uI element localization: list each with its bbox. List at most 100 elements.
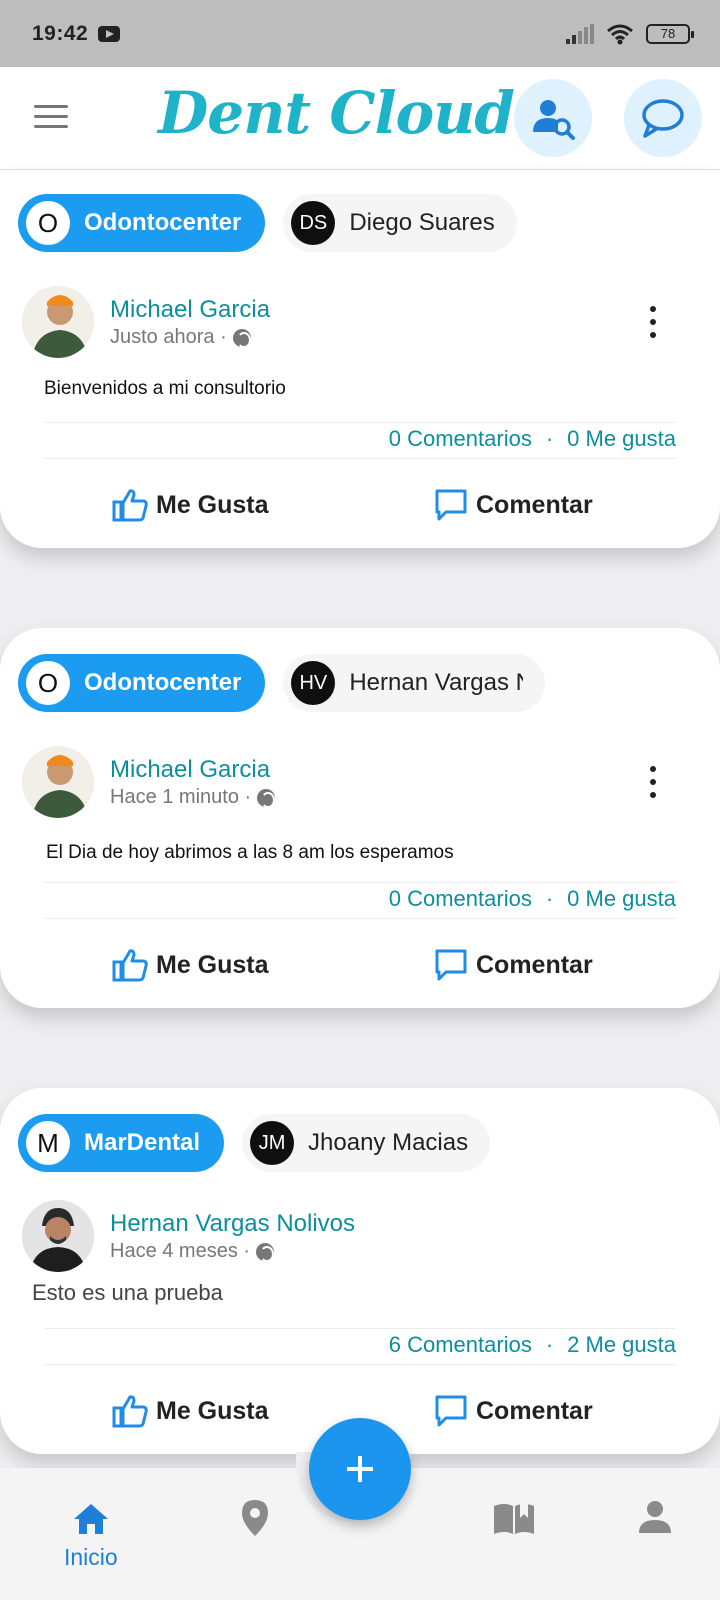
post-time-text: Justo ahora · <box>110 326 227 348</box>
doctor-chip[interactable]: JM Jhoany Macias <box>242 1114 491 1172</box>
plus-icon <box>347 1456 373 1482</box>
author-avatar[interactable] <box>22 286 94 358</box>
comments-count[interactable]: 0 Comentarios <box>389 886 532 912</box>
divider <box>44 1364 676 1365</box>
author-name[interactable]: Hernan Vargas Nolivos <box>110 1210 355 1238</box>
post-time: Hace 4 meses · <box>110 1240 275 1263</box>
like-button[interactable]: Me Gusta <box>112 948 269 982</box>
doctor-avatar: HV <box>291 661 336 705</box>
comment-button[interactable]: Comentar <box>434 488 593 522</box>
nav-home[interactable]: Inicio <box>64 1502 118 1571</box>
clinic-avatar: O <box>26 661 70 705</box>
chat-button[interactable] <box>624 79 702 157</box>
divider <box>44 458 676 459</box>
add-post-button[interactable] <box>309 1418 411 1520</box>
clinic-avatar: O <box>26 201 70 245</box>
location-icon <box>242 1500 268 1536</box>
nav-home-label: Inicio <box>64 1544 118 1570</box>
divider <box>44 882 676 883</box>
doctor-name: Jhoany Macias <box>308 1129 469 1156</box>
globe-icon <box>232 328 251 348</box>
battery-indicator: 78 <box>646 23 694 44</box>
nav-library[interactable] <box>492 1500 536 1536</box>
comment-button[interactable]: Comentar <box>434 1394 593 1428</box>
like-label: Me Gusta <box>156 950 269 979</box>
doctor-name: Hernan Vargas N <box>349 669 524 696</box>
comment-icon <box>435 949 467 981</box>
chat-icon <box>642 99 684 138</box>
clinic-name: Odontocenter <box>84 209 242 236</box>
menu-icon[interactable] <box>34 105 68 131</box>
status-bar: 19:42 78 <box>0 0 720 67</box>
globe-icon <box>257 788 276 808</box>
post-text: El Dia de hoy abrimos a las 8 am los esp… <box>46 842 454 863</box>
stats-separator: · <box>545 886 554 911</box>
more-vert-icon[interactable] <box>638 762 668 802</box>
home-icon <box>73 1504 108 1534</box>
comment-label: Comentar <box>476 1396 593 1425</box>
post-time-text: Hace 1 minuto · <box>110 786 252 808</box>
author-avatar[interactable] <box>22 1200 94 1272</box>
post-time: Hace 1 minuto · <box>110 786 276 809</box>
clinic-chip[interactable]: O Odontocenter <box>18 654 266 712</box>
app-header: Dent Cloud <box>0 67 720 169</box>
thumb-up-icon <box>112 949 148 982</box>
nav-profile[interactable] <box>638 1500 672 1534</box>
comment-label: Comentar <box>476 490 593 519</box>
clinic-chip[interactable]: O Odontocenter <box>18 194 266 252</box>
likes-count[interactable]: 2 Me gusta <box>567 1332 676 1358</box>
comments-count[interactable]: 6 Comentarios <box>389 1332 532 1358</box>
clinic-chip[interactable]: M MarDental <box>18 1114 225 1172</box>
stats-separator: · <box>545 1332 554 1357</box>
divider <box>44 422 676 423</box>
comment-icon <box>435 1395 467 1427</box>
doctor-chip[interactable]: HV Hernan Vargas N <box>283 654 546 712</box>
stats-separator: · <box>545 426 554 451</box>
person-icon <box>639 1501 671 1533</box>
like-button[interactable]: Me Gusta <box>112 1394 269 1428</box>
comment-icon <box>435 489 467 521</box>
comment-button[interactable]: Comentar <box>434 948 593 982</box>
likes-count[interactable]: 0 Me gusta <box>567 426 676 452</box>
doctor-name: Diego Suares <box>349 209 495 236</box>
book-icon <box>494 1502 534 1534</box>
youtube-icon <box>98 25 121 42</box>
comments-count[interactable]: 0 Comentarios <box>389 426 532 452</box>
post-stats: 0 Comentarios · 0 Me gusta <box>389 886 676 912</box>
like-label: Me Gusta <box>156 1396 269 1425</box>
like-label: Me Gusta <box>156 490 269 519</box>
status-time: 19:42 <box>32 21 89 45</box>
post-stats: 6 Comentarios · 2 Me gusta <box>389 1332 676 1358</box>
post-stats: 0 Comentarios · 0 Me gusta <box>389 426 676 452</box>
likes-count[interactable]: 0 Me gusta <box>567 886 676 912</box>
post-card: M MarDental JM Jhoany Macias Hernan Varg… <box>0 1088 720 1454</box>
author-name[interactable]: Michael Garcia <box>110 756 270 784</box>
thumb-up-icon <box>112 489 148 522</box>
author-avatar[interactable] <box>22 746 94 818</box>
doctor-avatar: JM <box>250 1121 295 1165</box>
clinic-name: Odontocenter <box>84 669 242 696</box>
more-vert-icon[interactable] <box>638 302 668 342</box>
doctor-chip[interactable]: DS Diego Suares <box>283 194 517 252</box>
post-text: Bienvenidos a mi consultorio <box>44 378 286 399</box>
post-card: O Odontocenter HV Hernan Vargas N Michae… <box>0 628 720 1008</box>
doctor-avatar: DS <box>291 201 336 245</box>
signal-icon <box>566 23 594 44</box>
clinic-name: MarDental <box>84 1129 201 1156</box>
nav-location[interactable] <box>240 1498 270 1538</box>
post-text: Esto es una prueba <box>32 1280 223 1305</box>
post-card: O Odontocenter DS Diego Suares Michael G… <box>0 170 720 548</box>
like-button[interactable]: Me Gusta <box>112 488 269 522</box>
divider <box>44 918 676 919</box>
globe-icon <box>256 1242 275 1262</box>
post-time-text: Hace 4 meses · <box>110 1240 251 1262</box>
app-logo: Dent Cloud <box>158 79 515 147</box>
comment-label: Comentar <box>476 950 593 979</box>
divider <box>44 1328 676 1329</box>
thumb-up-icon <box>112 1395 148 1428</box>
post-time: Justo ahora · <box>110 326 251 349</box>
search-user-button[interactable] <box>514 79 592 157</box>
author-name[interactable]: Michael Garcia <box>110 296 270 324</box>
clinic-avatar: M <box>26 1121 70 1165</box>
wifi-icon <box>607 24 633 44</box>
